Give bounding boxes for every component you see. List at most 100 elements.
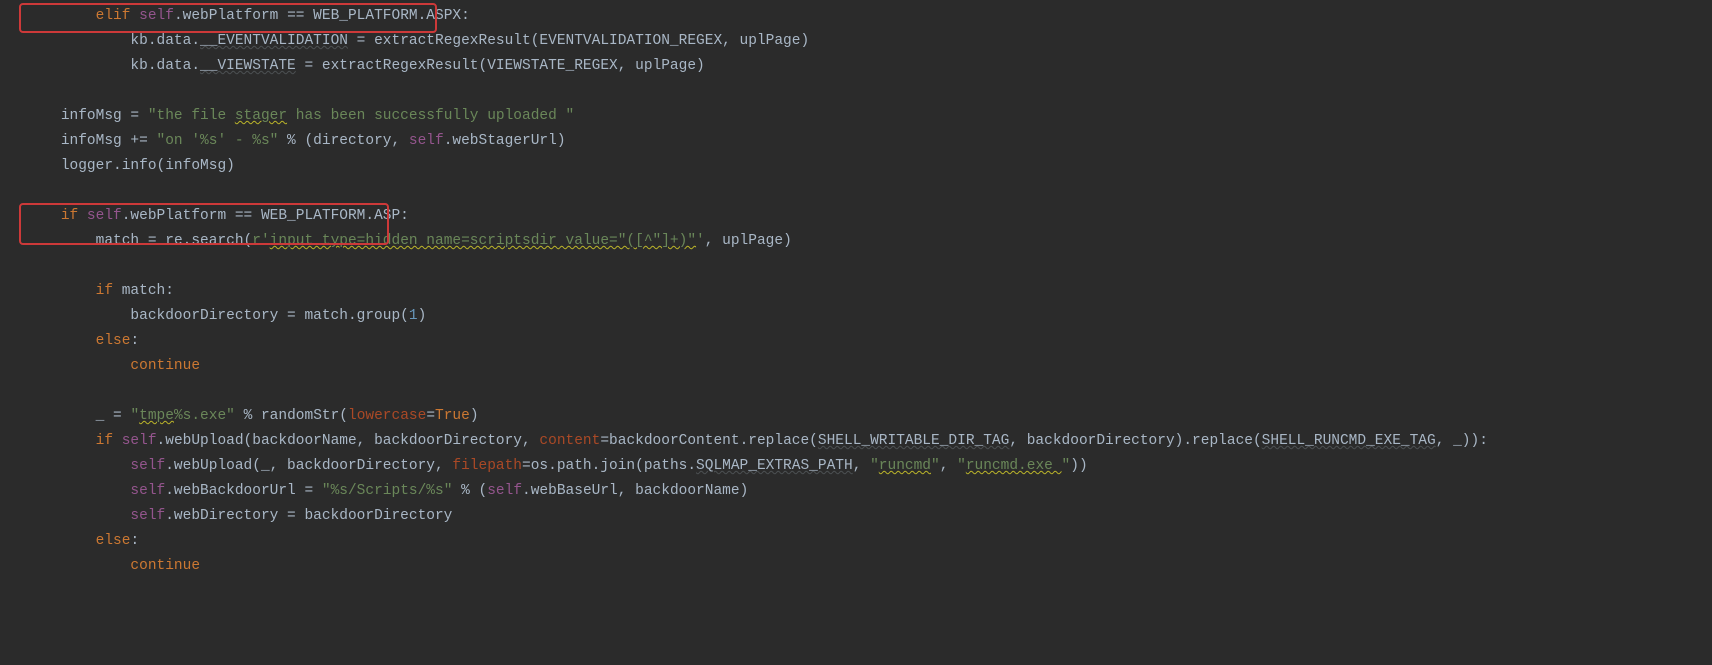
code-token: input type=hidden name=scriptsdir value=… xyxy=(270,233,696,249)
code-token: .webUpload(_, backdoorDirectory, xyxy=(165,458,452,474)
code-token: self xyxy=(122,433,157,449)
code-token: self xyxy=(87,208,122,224)
code-token: _ = xyxy=(96,408,131,424)
code-line[interactable]: kb.data.__EVENTVALIDATION = extractRegex… xyxy=(0,29,1712,54)
code-token: kb.data. xyxy=(130,58,200,74)
code-line[interactable]: infoMsg += "on '%s' - %s" % (directory, … xyxy=(0,129,1712,154)
code-token: SHELL_RUNCMD_EXE_TAG xyxy=(1262,433,1436,449)
code-token: elif xyxy=(96,8,140,24)
code-token: .webUpload(backdoorName, backdoorDirecto… xyxy=(157,433,540,449)
code-token: self xyxy=(130,483,165,499)
code-line[interactable] xyxy=(0,379,1712,404)
code-line[interactable] xyxy=(0,79,1712,104)
code-token: self xyxy=(130,458,165,474)
code-token: .webBackdoorUrl = xyxy=(165,483,322,499)
code-token: continue xyxy=(130,358,200,374)
code-token: " xyxy=(1062,458,1071,474)
code-token: infoMsg += xyxy=(61,133,157,149)
code-line[interactable]: self.webBackdoorUrl = "%s/Scripts/%s" % … xyxy=(0,479,1712,504)
code-line[interactable] xyxy=(0,254,1712,279)
code-token: % (directory, xyxy=(278,133,409,149)
code-token: if xyxy=(61,208,87,224)
code-token: tmpe xyxy=(139,408,174,424)
code-token: kb.data. xyxy=(130,33,200,49)
code-token: " xyxy=(870,458,879,474)
code-token: .webPlatform == WEB_PLATFORM.ASPX: xyxy=(174,8,470,24)
code-token: : xyxy=(130,333,139,349)
code-token xyxy=(96,83,105,99)
code-line[interactable]: continue xyxy=(0,354,1712,379)
code-token: lowercase xyxy=(348,408,426,424)
code-line[interactable]: if self.webUpload(backdoorName, backdoor… xyxy=(0,429,1712,454)
code-token: if xyxy=(96,283,122,299)
code-token: filepath xyxy=(452,458,522,474)
code-token: = extractRegexResult(EVENTVALIDATION_REG… xyxy=(348,33,809,49)
code-token: , backdoorDirectory).replace( xyxy=(1009,433,1261,449)
code-token: match = re.search( xyxy=(96,233,253,249)
code-line[interactable]: else: xyxy=(0,529,1712,554)
code-token: .webStagerUrl) xyxy=(444,133,566,149)
code-token: , xyxy=(853,458,870,474)
code-line[interactable]: else: xyxy=(0,329,1712,354)
code-line[interactable]: self.webDirectory = backdoorDirectory xyxy=(0,504,1712,529)
code-token: logger.info(infoMsg) xyxy=(61,158,235,174)
code-token: % ( xyxy=(452,483,487,499)
code-token xyxy=(96,258,105,274)
code-token: self xyxy=(130,508,165,524)
code-token xyxy=(96,383,105,399)
code-token: SQLMAP_EXTRAS_PATH xyxy=(696,458,853,474)
code-token: r' xyxy=(252,233,269,249)
code-token: self xyxy=(409,133,444,149)
code-token: runcmd xyxy=(879,458,931,474)
code-token: , xyxy=(940,458,957,474)
code-token: =backdoorContent.replace( xyxy=(600,433,818,449)
code-token: has been successfully uploaded " xyxy=(287,108,574,124)
code-token: continue xyxy=(130,558,200,574)
code-token: match: xyxy=(122,283,174,299)
code-token: : xyxy=(130,533,139,549)
code-line[interactable]: elif self.webPlatform == WEB_PLATFORM.AS… xyxy=(0,4,1712,29)
code-token: =os.path.join(paths. xyxy=(522,458,696,474)
code-line[interactable]: if match: xyxy=(0,279,1712,304)
code-token: self xyxy=(139,8,174,24)
code-token: else xyxy=(96,333,131,349)
code-token: runcmd.exe xyxy=(966,458,1062,474)
code-token: ) xyxy=(470,408,479,424)
code-token: .webDirectory = backdoorDirectory xyxy=(165,508,452,524)
code-token: .webPlatform == WEB_PLATFORM.ASP: xyxy=(122,208,409,224)
code-token: " xyxy=(130,408,139,424)
code-token xyxy=(96,183,105,199)
code-token: self xyxy=(487,483,522,499)
code-token: .webBaseUrl, backdoorName) xyxy=(522,483,748,499)
code-token: "on '%s' - %s" xyxy=(157,133,279,149)
code-line[interactable]: continue xyxy=(0,554,1712,579)
code-token: stager xyxy=(235,108,287,124)
code-line[interactable]: if self.webPlatform == WEB_PLATFORM.ASP: xyxy=(0,204,1712,229)
code-token: "%s/Scripts/%s" xyxy=(322,483,453,499)
code-token: , uplPage) xyxy=(705,233,792,249)
code-line[interactable]: self.webUpload(_, backdoorDirectory, fil… xyxy=(0,454,1712,479)
code-token: ' xyxy=(696,233,705,249)
code-token: True xyxy=(435,408,470,424)
code-token: content xyxy=(539,433,600,449)
code-token: % randomStr( xyxy=(235,408,348,424)
code-token: ) xyxy=(418,308,427,324)
code-token: " xyxy=(931,458,940,474)
code-line[interactable]: logger.info(infoMsg) xyxy=(0,154,1712,179)
code-line[interactable]: infoMsg = "the file stager has been succ… xyxy=(0,104,1712,129)
code-token: else xyxy=(96,533,131,549)
code-token: SHELL_WRITABLE_DIR_TAG xyxy=(818,433,1009,449)
code-token: = extractRegexResult(VIEWSTATE_REGEX, up… xyxy=(296,58,705,74)
code-line[interactable] xyxy=(0,179,1712,204)
code-token: = xyxy=(426,408,435,424)
code-token: __EVENTVALIDATION xyxy=(200,33,348,49)
code-token: , _)): xyxy=(1436,433,1488,449)
code-token: %s.exe" xyxy=(174,408,235,424)
code-editor[interactable]: elif self.webPlatform == WEB_PLATFORM.AS… xyxy=(0,0,1712,579)
code-token: "the file xyxy=(148,108,235,124)
code-line[interactable]: kb.data.__VIEWSTATE = extractRegexResult… xyxy=(0,54,1712,79)
code-line[interactable]: match = re.search(r'input type=hidden na… xyxy=(0,229,1712,254)
code-line[interactable]: _ = "tmpe%s.exe" % randomStr(lowercase=T… xyxy=(0,404,1712,429)
code-line[interactable]: backdoorDirectory = match.group(1) xyxy=(0,304,1712,329)
code-token: if xyxy=(96,433,122,449)
